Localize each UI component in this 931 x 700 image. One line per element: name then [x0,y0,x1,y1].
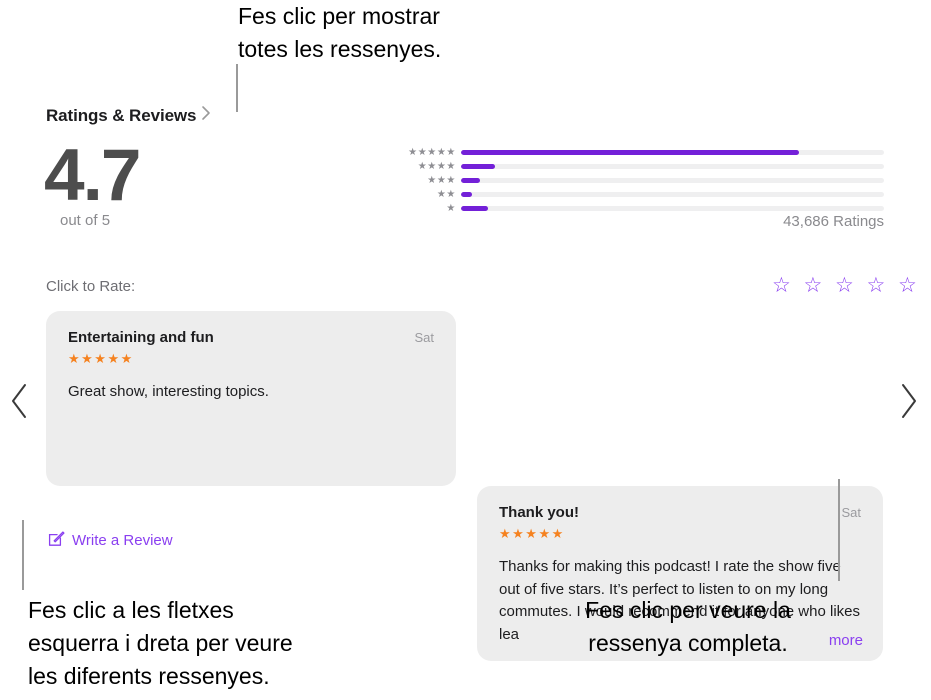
leader-line-bottom-left [22,520,24,590]
histogram-row: ★★★ [384,174,884,187]
write-review-button[interactable]: Write a Review [48,530,173,551]
page-title: Ratings & Reviews [46,106,197,125]
review-title: Entertaining and fun [68,329,214,346]
callout-view-full-review: Fes clic per veure la ressenya completa. [585,597,791,656]
histogram-track [461,164,884,169]
histogram-fill [461,150,800,155]
callout-arrows-navigation: Fes clic a les fletxes esquerra i dreta … [28,597,293,689]
prev-review-arrow[interactable] [8,382,30,425]
total-ratings-count: 43,686 Ratings [783,213,884,230]
review-card[interactable]: Entertaining and fun Sat ★★★★★ Great sho… [46,311,456,486]
review-rating-stars: ★★★★★ [499,527,565,542]
histogram-fill [461,206,489,211]
click-to-rate-stars[interactable]: ☆ ☆ ☆ ☆ ☆ [772,275,920,296]
histogram-fill [461,192,472,197]
review-date: Sat [414,330,434,345]
write-review-label: Write a Review [72,532,173,549]
histogram-row: ★★★★★ [384,146,884,159]
review-date: Sat [841,505,861,520]
click-to-rate-label: Click to Rate: [46,278,136,295]
review-card-header: Thank you! Sat [499,504,861,521]
review-body: Great show, interesting topics. [68,383,269,400]
review-rating-stars: ★★★★★ [68,352,134,367]
review-card-header: Entertaining and fun Sat [68,329,434,346]
histogram-row: ★★★★ [384,160,884,173]
callout-show-all-reviews: Fes clic per mostrar totes les ressenyes… [238,3,442,62]
ratings-reviews-screenshot: Fes clic per mostrar totes les ressenyes… [0,0,931,700]
histogram-track [461,178,884,183]
chevron-right-icon [902,384,916,418]
histogram-fill [461,178,481,183]
leader-line-bottom-right [838,479,840,581]
out-of-label: out of 5 [60,212,111,229]
average-rating-score: 4.7 [44,135,141,216]
histogram-star-label: ★ [446,202,456,214]
histogram-track [461,192,884,197]
leader-line-top [236,64,238,112]
histogram-fill [461,164,495,169]
next-review-arrow[interactable] [898,382,920,425]
histogram-star-label: ★★★ [427,174,456,186]
histogram-star-label: ★★★★★ [408,146,456,158]
review-title: Thank you! [499,504,580,521]
histogram-track [461,206,884,211]
chevron-right-icon[interactable] [201,105,211,126]
compose-icon [48,530,65,551]
histogram-star-label: ★★ [436,188,456,200]
histogram-star-label: ★★★★ [417,160,456,172]
chevron-left-icon [12,384,26,418]
section-header[interactable]: Ratings & Reviews [46,105,211,126]
ratings-histogram: ★★★★★ ★★★★ ★★★ ★★ ★ [384,146,884,216]
histogram-track [461,150,884,155]
histogram-row: ★★ [384,188,884,201]
